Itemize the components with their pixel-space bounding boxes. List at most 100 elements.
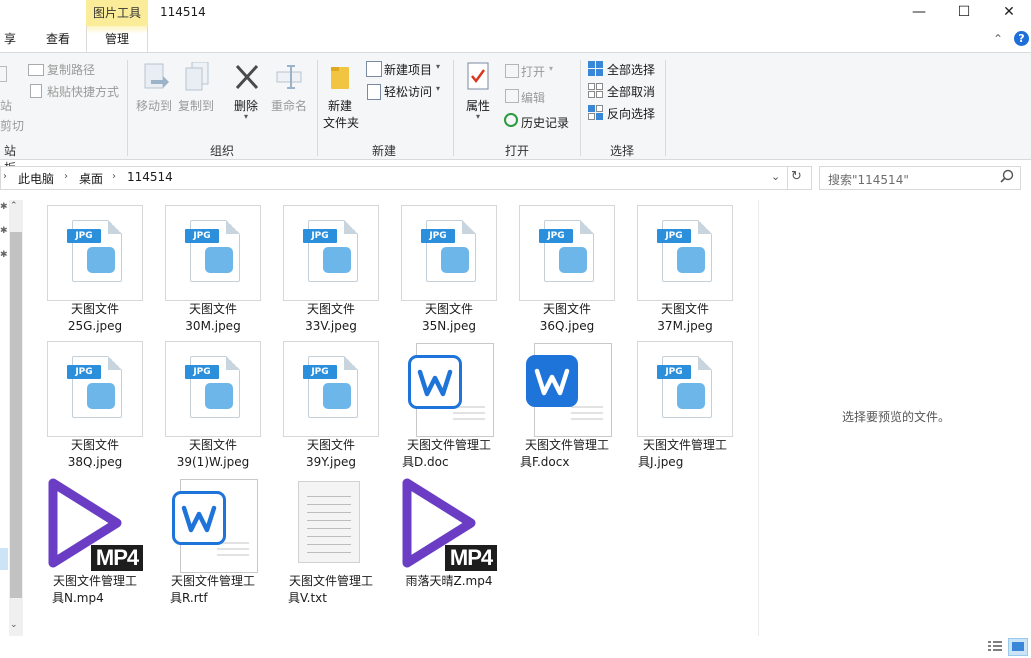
delete-icon: [234, 63, 260, 91]
pin-icon: ✱: [0, 226, 8, 236]
search-icon[interactable]: [1000, 169, 1014, 183]
details-view-icon[interactable]: [987, 640, 1003, 654]
easy-access-button[interactable]: 轻松访问: [384, 83, 432, 100]
file-item[interactable]: 天图文件管理工 具F.docx: [512, 341, 622, 475]
rename-icon: [275, 64, 303, 90]
jpg-file-icon: JPG: [283, 341, 379, 437]
easy-access-dropdown-icon[interactable]: ▾: [436, 84, 440, 93]
file-item[interactable]: JPG 天图文件 37M.jpeg: [630, 205, 740, 339]
new-item-button[interactable]: 新建项目: [384, 61, 432, 78]
copy-to-button[interactable]: 复制到: [178, 97, 214, 114]
nav-selected-item[interactable]: [0, 548, 8, 570]
file-item[interactable]: 天图文件管理工 具V.txt: [276, 477, 386, 611]
file-item[interactable]: JPG 天图文件管理工 具J.jpeg: [630, 341, 740, 475]
maximize-button[interactable]: ☐: [941, 0, 987, 24]
file-name: 天图文件 37M.jpeg: [657, 302, 713, 333]
jpg-file-icon: JPG: [165, 205, 261, 301]
invert-selection-button[interactable]: 反向选择: [607, 105, 655, 122]
status-bar: [0, 636, 1031, 657]
file-item[interactable]: MP4 天图文件管理工 具N.mp4: [40, 477, 150, 611]
jpg-file-icon: JPG: [637, 341, 733, 437]
address-history-dropdown-icon[interactable]: ⌄: [771, 170, 780, 183]
copy-to-icon: [184, 61, 210, 92]
minimize-button[interactable]: —: [896, 0, 942, 24]
search-input[interactable]: 搜索"114514": [828, 171, 909, 188]
pin-icon: ✱: [0, 250, 8, 260]
picture-tools-context-header: 图片工具: [86, 0, 148, 26]
open-icon: [505, 64, 519, 78]
breadcrumb-chevron-icon[interactable]: ›: [64, 171, 68, 182]
file-item[interactable]: JPG 天图文件 30M.jpeg: [158, 205, 268, 339]
file-name: 天图文件管理工 具V.txt: [288, 574, 373, 605]
jpg-file-icon: JPG: [283, 205, 379, 301]
file-item[interactable]: JPG 天图文件 25G.jpeg: [40, 205, 150, 339]
large-icons-view-icon[interactable]: [1008, 638, 1028, 656]
new-folder-line1[interactable]: 新建: [328, 97, 352, 114]
new-item-icon: [366, 61, 382, 77]
collapse-ribbon-icon[interactable]: ⌃: [993, 32, 1007, 46]
txt-file-icon: [276, 477, 386, 573]
tab-share[interactable]: 享: [0, 26, 20, 52]
jpg-file-icon: JPG: [47, 205, 143, 301]
file-item[interactable]: JPG 天图文件 39(1)W.jpeg: [158, 341, 268, 475]
move-to-button[interactable]: 移动到: [136, 97, 172, 114]
tab-manage[interactable]: 管理: [86, 26, 148, 52]
paste-button[interactable]: 站: [0, 97, 12, 114]
new-group-label: 新建: [371, 144, 396, 158]
select-none-icon: [588, 83, 603, 98]
select-group-label: 选择: [609, 144, 634, 158]
history-button[interactable]: 历史记录: [521, 114, 569, 131]
close-button[interactable]: ✕: [986, 0, 1031, 24]
title-bar: [0, 0, 1031, 26]
file-name: 天图文件管理工 具D.doc: [402, 438, 491, 469]
address-bar[interactable]: [0, 166, 812, 190]
breadcrumb-chevron-icon[interactable]: ›: [3, 171, 7, 182]
open-group-label: 打开: [504, 144, 529, 158]
open-dropdown-icon[interactable]: ▾: [549, 64, 553, 73]
group-separator: [580, 60, 581, 156]
doc-file-icon: [394, 341, 504, 437]
file-item[interactable]: JPG 天图文件 39Y.jpeg: [276, 341, 386, 475]
rename-button[interactable]: 重命名: [271, 97, 307, 114]
file-name: 天图文件管理工 具F.docx: [520, 438, 609, 469]
jpg-file-icon: JPG: [401, 205, 497, 301]
file-item[interactable]: MP4 雨落天晴Z.mp4: [394, 477, 504, 611]
breadcrumb-current-folder[interactable]: 114514: [127, 170, 173, 184]
delete-dropdown-icon[interactable]: ▾: [244, 112, 248, 121]
breadcrumb-desktop[interactable]: 桌面: [79, 170, 103, 187]
open-button[interactable]: 打开: [521, 63, 545, 80]
jpg-file-icon: JPG: [165, 341, 261, 437]
docx-file-icon: [512, 341, 622, 437]
cut-button[interactable]: 剪切: [0, 117, 24, 134]
file-item[interactable]: 天图文件管理工 具D.doc: [394, 341, 504, 475]
select-none-button[interactable]: 全部取消: [607, 83, 655, 100]
copy-path-button[interactable]: 复制路径: [47, 61, 95, 78]
tab-view[interactable]: 查看: [38, 26, 78, 52]
file-item[interactable]: JPG 天图文件 33V.jpeg: [276, 205, 386, 339]
jpg-file-icon: JPG: [519, 205, 615, 301]
file-item[interactable]: JPG 天图文件 35N.jpeg: [394, 205, 504, 339]
breadcrumb-chevron-icon[interactable]: ›: [112, 171, 116, 182]
help-icon[interactable]: ?: [1014, 31, 1029, 46]
file-item[interactable]: JPG 天图文件 36Q.jpeg: [512, 205, 622, 339]
paste-icon: [0, 66, 7, 82]
select-all-icon: [588, 61, 603, 76]
new-item-dropdown-icon[interactable]: ▾: [436, 62, 440, 71]
breadcrumb-this-pc[interactable]: 此电脑: [18, 170, 54, 187]
new-folder-icon: [329, 63, 351, 91]
scroll-down-arrow-icon[interactable]: ⌄: [10, 620, 18, 630]
scrollbar-thumb[interactable]: [10, 232, 22, 598]
new-folder-line2[interactable]: 文件夹: [323, 114, 359, 131]
file-name: 天图文件管理工 具N.mp4: [52, 574, 137, 605]
file-item[interactable]: 天图文件管理工 具R.rtf: [158, 477, 268, 611]
scroll-up-arrow-icon[interactable]: ⌃: [10, 201, 18, 211]
file-item[interactable]: JPG 天图文件 38Q.jpeg: [40, 341, 150, 475]
pin-icon: ✱: [0, 202, 8, 212]
preview-divider[interactable]: [758, 200, 759, 636]
history-icon: [504, 113, 518, 127]
edit-button[interactable]: 编辑: [521, 89, 545, 106]
refresh-icon[interactable]: ↻: [791, 169, 802, 184]
select-all-button[interactable]: 全部选择: [607, 61, 655, 78]
paste-shortcut-button[interactable]: 粘贴快捷方式: [47, 83, 119, 100]
properties-dropdown-icon[interactable]: ▾: [476, 112, 480, 121]
